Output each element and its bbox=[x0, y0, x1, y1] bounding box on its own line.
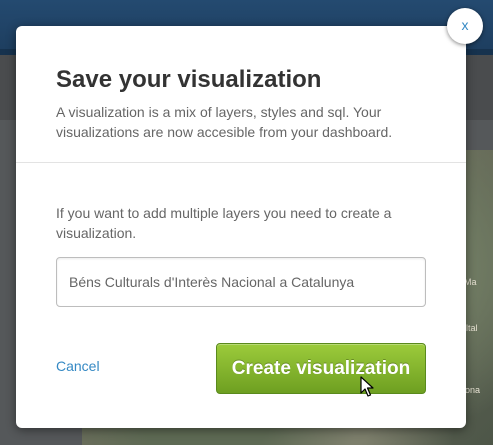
close-button[interactable]: x bbox=[447, 8, 483, 44]
map-label: ltal bbox=[466, 323, 478, 333]
map-label: ona bbox=[465, 385, 481, 395]
save-visualization-dialog: Save your visualization A visualization … bbox=[16, 26, 466, 428]
dialog-description: A visualization is a mix of layers, styl… bbox=[56, 104, 393, 140]
cancel-link[interactable]: Cancel bbox=[56, 358, 100, 374]
visualization-name-input[interactable] bbox=[56, 257, 426, 307]
close-icon: x bbox=[461, 17, 469, 33]
dialog-header: Save your visualization A visualization … bbox=[16, 26, 466, 162]
dialog-body: If you want to add multiple layers you n… bbox=[16, 163, 466, 307]
dialog-title: Save your visualization bbox=[56, 66, 322, 93]
create-visualization-button[interactable]: Create visualization bbox=[216, 343, 426, 394]
dialog-body-text: If you want to add multiple layers you n… bbox=[56, 205, 392, 241]
mouse-pointer-icon bbox=[360, 376, 374, 397]
